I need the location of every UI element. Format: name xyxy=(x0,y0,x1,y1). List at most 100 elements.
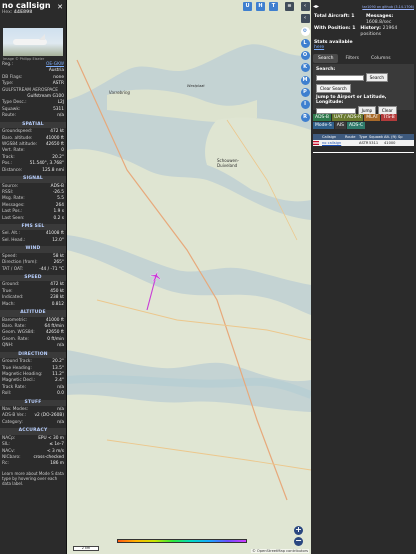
stats-available: Stats available xyxy=(314,40,353,45)
map-button-t[interactable]: T xyxy=(269,2,278,11)
section-wind: WIND xyxy=(0,246,66,253)
toolbar-button-l[interactable]: L xyxy=(300,38,310,48)
row-speed xyxy=(398,140,412,146)
land-zeeuws-vlaanderen xyxy=(67,394,311,554)
clear-search-button[interactable]: Clear Search xyxy=(316,84,351,93)
accuracy-list: NACp: EPU < 30 m SIL: ≤ 1e-7 NACv: < 3 m/s NIC… xyxy=(0,436,66,468)
aircraft-hex-line: Hex: 44E898 xyxy=(2,10,64,15)
table-row[interactable]: no callsign ASTR 5311 41000 xyxy=(313,140,414,146)
info-label: Distance: xyxy=(2,167,23,173)
toolbar-button-k[interactable]: K xyxy=(300,63,310,73)
info-value: n/a xyxy=(57,419,64,425)
layers-icon[interactable]: ≡ xyxy=(285,2,294,11)
info-value: -44 / -71 °C xyxy=(39,266,64,272)
info-value: 125.8 nmi xyxy=(42,167,64,173)
info-value: 0.2 s xyxy=(53,215,64,221)
jump-input[interactable] xyxy=(316,107,356,114)
search-button[interactable]: Search xyxy=(365,73,388,82)
row-squawk: 5311 xyxy=(369,141,379,145)
aircraft-list-panel: ◂▸ tar1090 on github (3.14.1706) Total A… xyxy=(311,0,416,554)
settings-icon[interactable]: ⚙ xyxy=(300,26,310,36)
jump-label: Jump to Airport or Latitude, Longitude: xyxy=(316,95,387,105)
total-aircraft-label: Total Aircraft: xyxy=(314,14,350,19)
info-row: Mach: 0.812 xyxy=(0,302,66,308)
altitude-color-legend xyxy=(117,539,247,543)
close-icon[interactable]: ✕ xyxy=(57,3,63,11)
aircraft-header: no callsign Hex: 44E898 ✕ xyxy=(0,0,66,18)
toolbar-button-i[interactable]: I xyxy=(300,100,310,110)
info-row: Sel. Head.: 12.0° xyxy=(0,238,66,244)
tab-search[interactable]: Search xyxy=(313,54,339,63)
map-button-h[interactable]: H xyxy=(256,2,265,11)
info-label: Rc: xyxy=(2,461,9,467)
info-label: Category: xyxy=(2,419,23,425)
total-aircraft: Total Aircraft: 1 xyxy=(314,14,366,26)
nav-left-icon[interactable]: ‹ xyxy=(300,2,310,11)
info-row: Last Seen: 0.2 s xyxy=(0,216,66,222)
filter-ads-b[interactable]: ADS-B xyxy=(313,114,331,121)
zoom-out-button[interactable]: − xyxy=(294,537,303,546)
info-row: QNH: n/a xyxy=(0,343,66,349)
info-value: 0.0 xyxy=(57,391,64,397)
toolbar-button-r[interactable]: R xyxy=(300,112,310,122)
section-speed: SPEED xyxy=(0,274,66,282)
row-altitude: 41000 xyxy=(384,141,396,145)
row-callsign[interactable]: no callsign xyxy=(322,140,345,146)
history: History: 21964 positions xyxy=(360,26,413,38)
map-attribution[interactable]: © OpenStreetMap contributors xyxy=(251,549,309,553)
section-fms: FMS SEL xyxy=(0,223,66,231)
spatial-list: Groundspeed: 472 kt Baro. altitude: 41000 f… xyxy=(0,129,66,174)
footer-note: Learn more about Mode S data type by hov… xyxy=(2,470,64,486)
toolbar-buttons: LOKMPIR xyxy=(299,38,311,122)
clear-search-row: Clear Search xyxy=(316,84,411,93)
info-label: Route: xyxy=(2,113,16,119)
map-button-u[interactable]: U xyxy=(243,2,252,11)
speed-list: Ground: 472 kt True: 450 kt Indicated: 238 kt… xyxy=(0,282,66,308)
filter-uat-ads-r[interactable]: UAT / ADS-R xyxy=(331,114,364,121)
with-position: With Position: 1 xyxy=(314,26,360,38)
search-label: Search: xyxy=(316,67,336,72)
wind-list: Speed: 58 kt Direction (from): 265° TAT / OA… xyxy=(0,254,66,273)
info-label: QNH: xyxy=(2,343,14,349)
with-position-value: 1 xyxy=(352,26,356,31)
aircraft-photo[interactable] xyxy=(3,28,63,56)
signal-list: Source: ADS-B RSSI: -26.5 Msg. Rate: 5.5 Messa… xyxy=(0,184,66,222)
map-view[interactable]: Varrebring Schouwen- Duiveland Westplaat… xyxy=(67,0,311,554)
filter-mlat[interactable]: MLAT xyxy=(364,114,381,121)
info-value: n/a xyxy=(57,343,64,349)
info-value: n/a xyxy=(57,113,64,119)
hex-value: 44E898 xyxy=(13,10,33,15)
section-spatial: SPATIAL xyxy=(0,121,66,129)
expand-arrows-icon[interactable]: ◂▸ xyxy=(313,3,319,10)
filter-mode-s[interactable]: Mode-S xyxy=(313,122,334,129)
info-label: Last Seen: xyxy=(2,215,25,221)
map-label-varrebring: Varrebring xyxy=(109,90,131,95)
info-value: 0.812 xyxy=(51,301,64,307)
aircraft-callsign: no callsign xyxy=(2,1,51,10)
filter-ads-c[interactable]: ADS-C xyxy=(347,122,366,129)
row-route xyxy=(345,140,359,146)
tab-columns[interactable]: Columns xyxy=(366,54,396,63)
toolbar-button-o[interactable]: O xyxy=(300,51,310,61)
search-input[interactable] xyxy=(316,74,364,81)
direction-list: Ground Track: 20.2° True Heading: 13.5° Magn… xyxy=(0,359,66,397)
tab-filters[interactable]: Filters xyxy=(340,54,364,63)
search-area: Search: Search Clear Search Jump to Airp… xyxy=(313,64,414,115)
hex-label: Hex: xyxy=(2,10,13,15)
stuff-list: Nav. Modes: n/a ADS-B Ver.: v2 (DO-260B) Cat… xyxy=(0,407,66,426)
info-row: Category: n/a xyxy=(0,420,66,426)
version-link[interactable]: tar1090 on github (3.14.1706) xyxy=(362,5,414,9)
info-row: TAT / OAT: -44 / -71 °C xyxy=(0,267,66,273)
map-label-westplaat: Westplaat xyxy=(187,84,205,88)
nav-up-icon[interactable]: ‹ xyxy=(300,14,310,24)
filter-tis-b[interactable]: TIS-B xyxy=(381,114,397,121)
total-aircraft-value: 1 xyxy=(351,14,355,19)
toolbar-button-m[interactable]: M xyxy=(300,75,310,85)
right-panel-top: ◂▸ tar1090 on github (3.14.1706) xyxy=(311,0,416,14)
filter-ais[interactable]: AIS xyxy=(334,122,347,129)
toolbar-button-p[interactable]: P xyxy=(300,88,310,98)
zoom-in-button[interactable]: + xyxy=(294,526,303,535)
info-label: Reg.: xyxy=(2,62,13,67)
with-position-label: With Position: xyxy=(314,26,351,31)
messages-rate: 1608.8/sec xyxy=(366,20,392,25)
